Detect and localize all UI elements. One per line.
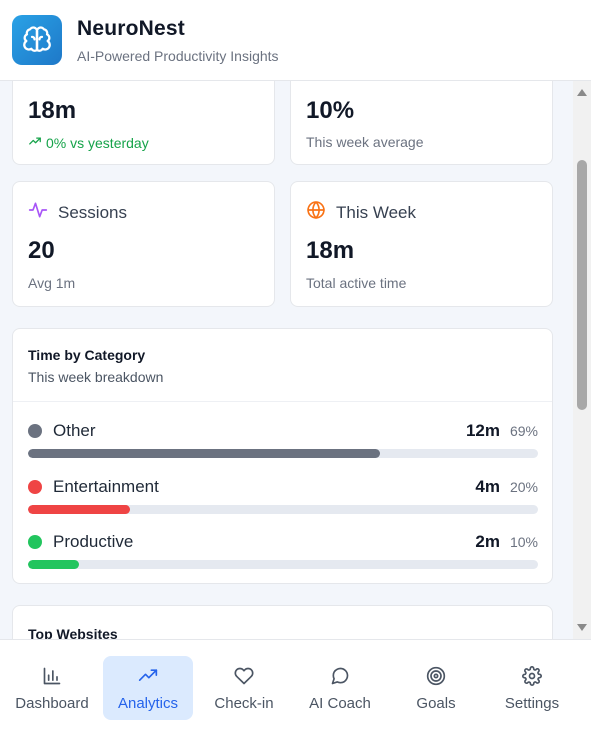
weekly-average-label: This week average — [306, 134, 424, 150]
sessions-card: Sessions 20 Avg 1m — [12, 181, 275, 307]
analytics-content[interactable]: 18m 0% vs yesterday 10% This week averag… — [0, 81, 573, 639]
top-websites-card: Top Websites — [12, 605, 553, 639]
nav-check-in[interactable]: Check-in — [199, 656, 289, 720]
category-color-dot — [28, 480, 42, 494]
category-name: Productive — [53, 532, 134, 551]
sessions-average: Avg 1m — [28, 275, 76, 291]
category-time: 12m — [465, 421, 500, 440]
category-row: Productive 2m 10% — [28, 532, 538, 569]
today-time-card: 18m 0% vs yesterday — [12, 81, 275, 165]
this-week-value: 18m — [306, 237, 355, 264]
nav-label: Settings — [504, 695, 560, 712]
divider — [13, 401, 552, 402]
scrollbar[interactable] — [573, 81, 591, 639]
category-subtitle: This week breakdown — [28, 369, 164, 385]
app-header: NeuroNest AI-Powered Productivity Insigh… — [0, 0, 591, 81]
sessions-label: Sessions — [58, 202, 127, 222]
nav-label: AI Coach — [309, 695, 371, 712]
category-name: Other — [53, 421, 96, 440]
category-row: Entertainment 4m 20% — [28, 477, 538, 514]
nav-goals[interactable]: Goals — [391, 656, 481, 720]
globe-icon — [306, 200, 326, 225]
sessions-value: 20 — [28, 237, 55, 264]
category-progress-fill — [28, 560, 79, 569]
nav-label: Analytics — [117, 695, 179, 712]
category-row: Other 12m 69% — [28, 421, 538, 458]
brain-icon — [12, 15, 62, 65]
category-progress-track — [28, 560, 538, 569]
scroll-down-arrow[interactable] — [577, 624, 587, 631]
message-circle-icon — [330, 664, 350, 688]
top-websites-title: Top Websites — [28, 626, 118, 639]
category-percent: 69% — [509, 423, 538, 439]
category-color-dot — [28, 535, 42, 549]
this-week-sub: Total active time — [306, 275, 407, 291]
bar-chart-icon — [42, 664, 62, 688]
trending-up-icon — [138, 664, 158, 688]
this-week-card: This Week 18m Total active time — [290, 181, 553, 307]
time-by-category-card: Time by Category This week breakdown Oth… — [12, 328, 553, 584]
category-time: 4m — [475, 477, 500, 496]
category-name: Entertainment — [53, 477, 159, 496]
scrollbar-thumb[interactable] — [577, 160, 587, 410]
category-progress-track — [28, 505, 538, 514]
this-week-label: This Week — [336, 202, 416, 222]
category-title: Time by Category — [28, 347, 146, 363]
nav-label: Goals — [416, 695, 456, 712]
category-time: 2m — [475, 532, 500, 551]
category-percent: 10% — [509, 534, 538, 550]
activity-icon — [28, 200, 48, 225]
today-change-text: 0% vs yesterday — [46, 134, 149, 151]
nav-ai-coach[interactable]: AI Coach — [295, 656, 385, 720]
nav-analytics[interactable]: Analytics — [103, 656, 193, 720]
target-icon — [426, 664, 446, 688]
category-color-dot — [28, 424, 42, 438]
nav-label: Check-in — [214, 695, 274, 712]
today-time-value: 18m — [28, 97, 77, 124]
weekly-average-card: 10% This week average — [290, 81, 553, 165]
nav-label: Dashboard — [15, 695, 89, 712]
gear-icon — [522, 664, 542, 688]
today-change: 0% vs yesterday — [28, 134, 149, 151]
scroll-up-arrow[interactable] — [577, 89, 587, 96]
app-title: NeuroNest — [77, 16, 185, 40]
trending-up-icon — [28, 134, 42, 151]
heart-icon — [234, 664, 254, 688]
bottom-nav: Dashboard Analytics Check-in AI Coach Go… — [0, 639, 591, 730]
category-progress-fill — [28, 505, 130, 514]
weekly-average-value: 10% — [306, 97, 355, 124]
app-subtitle: AI-Powered Productivity Insights — [77, 47, 279, 64]
nav-settings[interactable]: Settings — [487, 656, 577, 720]
nav-dashboard[interactable]: Dashboard — [7, 656, 97, 720]
category-progress-track — [28, 449, 538, 458]
category-percent: 20% — [509, 479, 538, 495]
category-progress-fill — [28, 449, 380, 458]
